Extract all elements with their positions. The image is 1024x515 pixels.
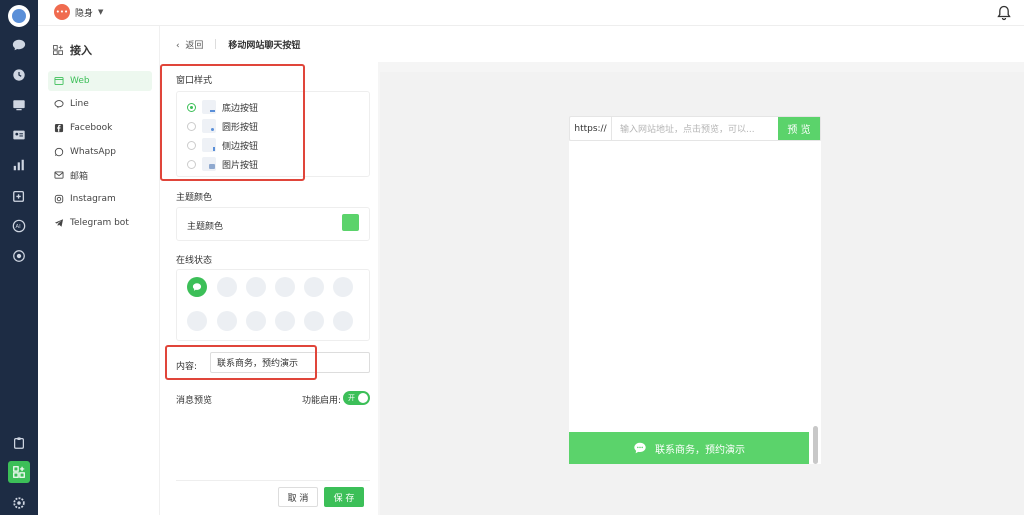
sidebar-item-label: Instagram xyxy=(70,194,116,204)
caret-down-icon: ▼ xyxy=(98,8,104,16)
sidebar-item-label: 邮箱 xyxy=(70,171,89,182)
status-icon-chat[interactable] xyxy=(187,277,207,297)
status-icon-message[interactable] xyxy=(246,277,266,297)
top-bar: ••• 隐身 ▼ xyxy=(38,0,1024,26)
chat-bubble-icon xyxy=(634,442,646,454)
status-icon-message[interactable] xyxy=(275,277,295,297)
status-selector[interactable]: ••• 隐身 ▼ xyxy=(54,4,103,20)
scrollbar[interactable] xyxy=(813,426,818,464)
status-icon-message[interactable] xyxy=(217,311,237,331)
integrations-icon[interactable] xyxy=(8,461,30,483)
page-title: 移动网站聊天按钮 xyxy=(228,40,301,51)
status-icon-message[interactable] xyxy=(217,277,237,297)
sidebar-item-telegram-bot[interactable]: Telegram bot xyxy=(48,213,152,233)
sidebar-item-label: Web xyxy=(70,76,90,86)
sidebar-item-label: Line xyxy=(70,99,89,109)
contact-card-icon[interactable] xyxy=(11,127,27,143)
status-label: 隐身 xyxy=(75,8,94,19)
url-bar: https:// 输入网站地址，点击预览，可以... 预 览 xyxy=(569,116,821,141)
back-link[interactable]: ‹ 返回 xyxy=(176,38,203,51)
sidebar-item-mail[interactable]: 邮箱 xyxy=(48,165,152,185)
sidebar-item-whatsapp[interactable]: WhatsApp xyxy=(48,142,152,162)
theme-color-swatch[interactable] xyxy=(342,214,359,231)
annotation-highlight xyxy=(160,64,305,181)
online-status-label: 在线状态 xyxy=(176,256,213,266)
sidebar-item-label: Telegram bot xyxy=(70,218,129,228)
status-icon-message[interactable] xyxy=(246,311,266,331)
add-ticket-icon[interactable] xyxy=(11,188,27,204)
app-rail: AI xyxy=(0,0,38,515)
target-icon[interactable] xyxy=(11,248,27,264)
grid-plus-icon xyxy=(53,45,63,55)
bar-chart-icon[interactable] xyxy=(11,157,27,173)
main-content: ‹ 返回 移动网站聊天按钮 窗口样式 底边按钮 圆形按钮 侧边按钮 图片按钮 主… xyxy=(160,26,1024,515)
status-icon-message[interactable] xyxy=(333,277,353,297)
theme-color-row-label: 主题颜色 xyxy=(187,222,224,232)
annotation-highlight xyxy=(165,345,317,380)
clipboard-icon[interactable] xyxy=(11,435,27,451)
bell-icon[interactable] xyxy=(996,5,1012,21)
sidebar-item-label: WhatsApp xyxy=(70,147,116,157)
sidebar-item-web[interactable]: Web xyxy=(48,71,152,91)
url-prefix: https:// xyxy=(570,117,612,140)
sidebar-title: 接入 xyxy=(52,42,92,58)
theme-color-row: 主题颜色 xyxy=(176,207,370,241)
svg-text:AI: AI xyxy=(16,224,22,230)
mail-icon xyxy=(54,171,64,179)
enable-label: 功能启用: xyxy=(302,396,342,406)
settings-gear-icon[interactable] xyxy=(11,495,27,511)
sidebar-item-facebook[interactable]: Facebook xyxy=(48,118,152,138)
chat-button-preview[interactable]: 联系商务，预约演示 xyxy=(569,432,809,464)
message-preview-toggle[interactable]: 开 xyxy=(343,391,370,405)
whatsapp-icon xyxy=(54,147,64,157)
integration-sidebar: 接入 Web Line Facebook WhatsApp 邮箱 Instagr… xyxy=(38,26,160,515)
chat-bubble-icon: ••• xyxy=(54,4,70,20)
status-icon-message[interactable] xyxy=(187,311,207,331)
history-icon[interactable] xyxy=(11,67,27,83)
sidebar-item-line[interactable]: Line xyxy=(48,94,152,114)
ai-assistant-icon[interactable]: AI xyxy=(11,218,27,234)
divider xyxy=(176,480,370,481)
sidebar-item-instagram[interactable]: Instagram xyxy=(48,189,152,209)
line-icon xyxy=(54,100,64,109)
theme-color-label: 主题颜色 xyxy=(176,193,213,203)
chat-icon[interactable] xyxy=(11,37,27,53)
preview-button[interactable]: 预 览 xyxy=(778,117,820,140)
app-logo[interactable] xyxy=(8,5,30,27)
sidebar-item-label: Facebook xyxy=(70,123,113,133)
status-icon-message[interactable] xyxy=(304,311,324,331)
save-button[interactable]: 保 存 xyxy=(324,487,364,507)
facebook-icon xyxy=(54,123,64,133)
web-window-icon xyxy=(54,77,64,85)
online-status-icon-grid xyxy=(176,269,370,341)
monitor-icon[interactable] xyxy=(11,97,27,113)
breadcrumb: ‹ 返回 移动网站聊天按钮 xyxy=(160,26,1024,62)
mobile-preview-screen xyxy=(569,141,821,464)
status-icon-message[interactable] xyxy=(275,311,295,331)
status-icon-message[interactable] xyxy=(304,277,324,297)
preview-area: https:// 输入网站地址，点击预览，可以... 预 览 联系商务，预约演示 xyxy=(380,72,1024,515)
divider xyxy=(215,39,217,49)
status-icon-message[interactable] xyxy=(333,311,353,331)
message-preview-label: 消息预览 xyxy=(176,396,213,406)
config-panel: 窗口样式 底边按钮 圆形按钮 侧边按钮 图片按钮 主题颜色 主题颜色 在线状态 … xyxy=(160,62,378,515)
instagram-icon xyxy=(54,194,64,204)
cancel-button[interactable]: 取 消 xyxy=(278,487,318,507)
telegram-icon xyxy=(54,219,64,227)
url-input[interactable]: 输入网站地址，点击预览，可以... xyxy=(612,122,778,135)
